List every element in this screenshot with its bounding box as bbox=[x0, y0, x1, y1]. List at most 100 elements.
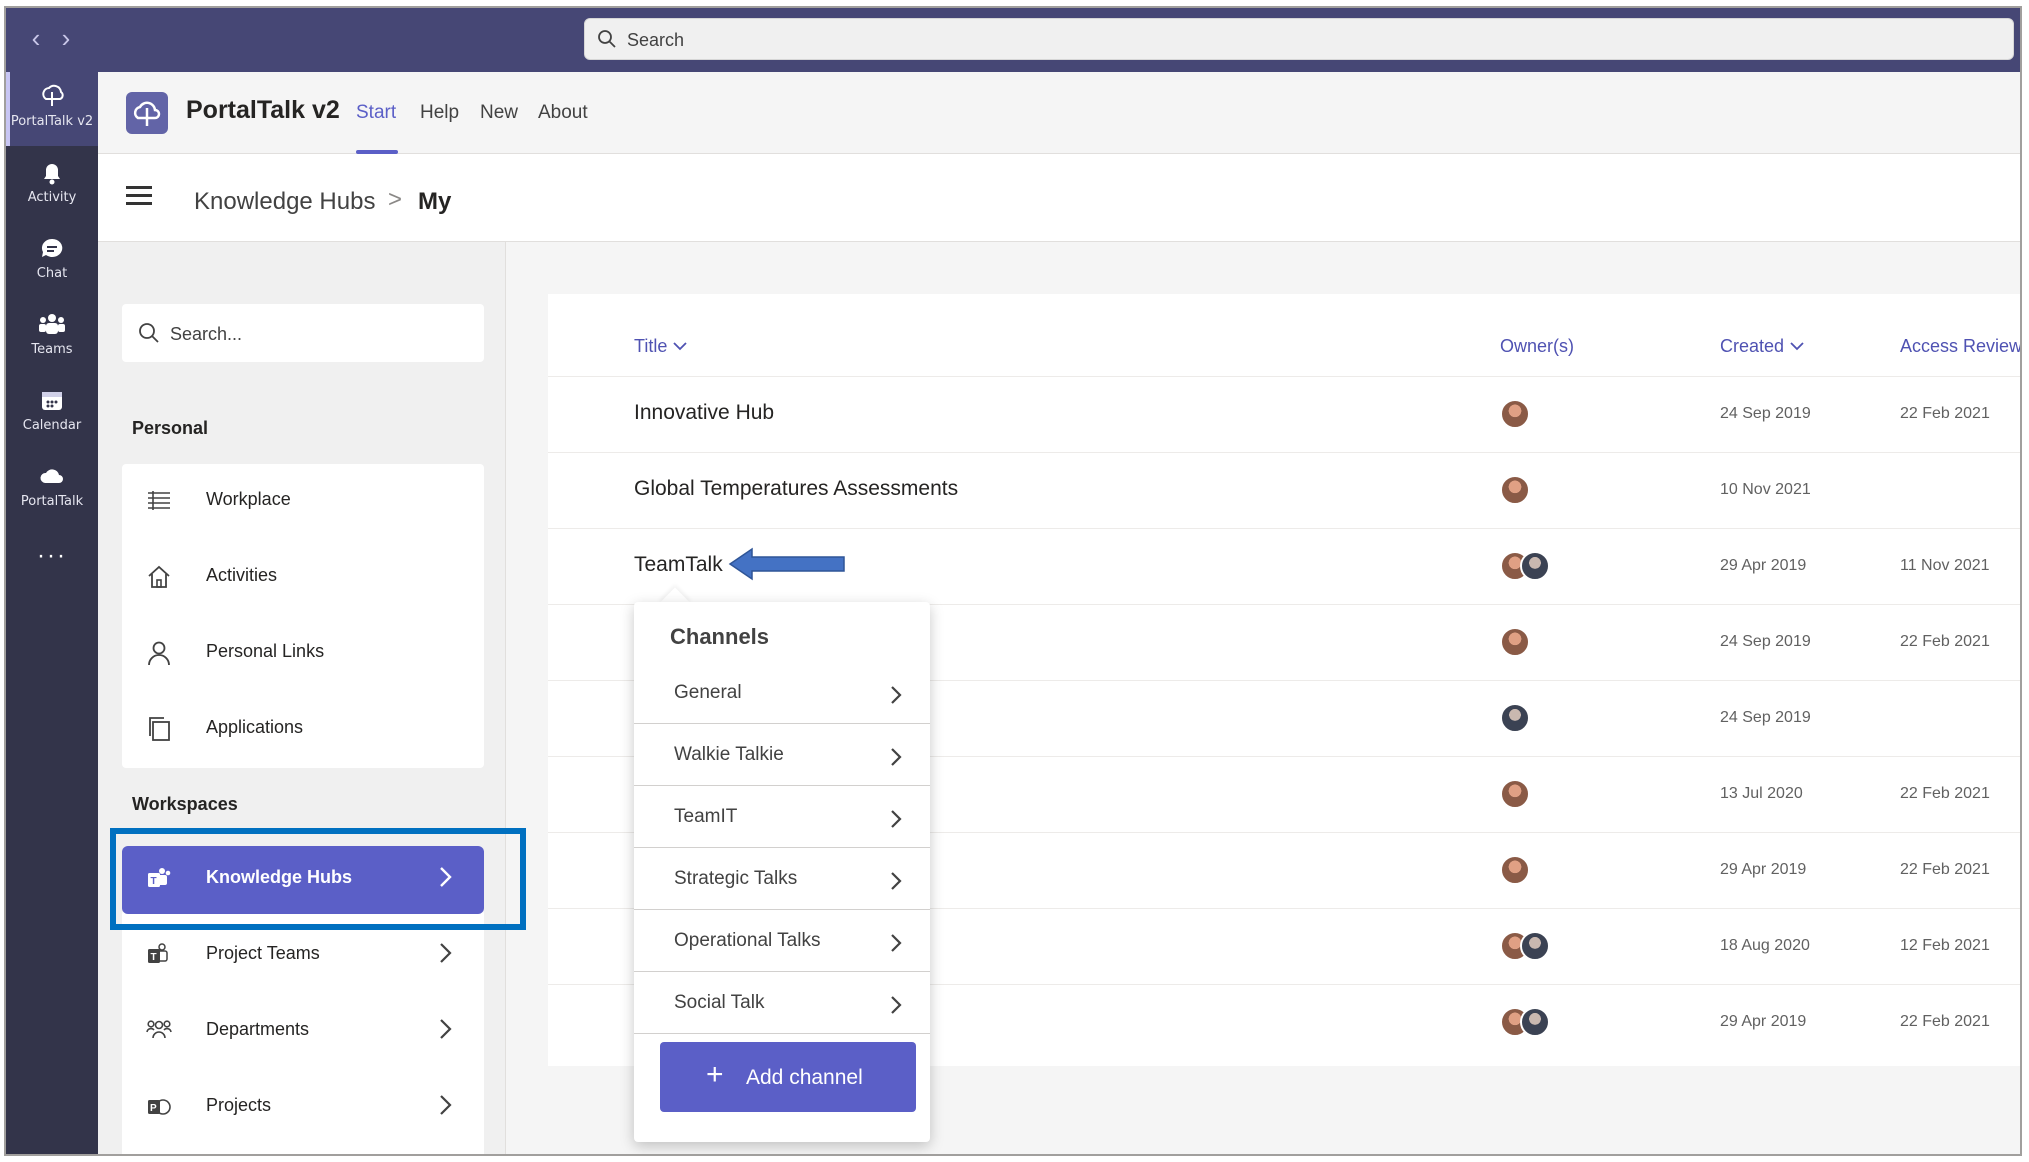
rail-label: Activity bbox=[27, 190, 77, 205]
table-row[interactable]: Innovative Hub 24 Sep 2019 22 Feb 2021 bbox=[548, 376, 2020, 452]
column-header-title[interactable]: Title bbox=[634, 336, 688, 357]
bell-icon bbox=[44, 164, 60, 185]
row-created: 29 Apr 2019 bbox=[1720, 861, 1807, 878]
left-nav-panel: Search... Personal Workplace Activities … bbox=[98, 242, 506, 1154]
row-created: 13 Jul 2020 bbox=[1720, 785, 1803, 802]
nav-item-projects[interactable]: P Projects bbox=[122, 1074, 484, 1138]
channel-item-general[interactable]: General bbox=[634, 662, 930, 724]
column-header-label: Title bbox=[634, 336, 668, 356]
rail-item-chat[interactable]: Chat bbox=[6, 224, 98, 298]
breadcrumb-root[interactable]: Knowledge Hubs bbox=[194, 188, 375, 216]
list-icon bbox=[148, 491, 170, 510]
channel-label: TeamIT bbox=[674, 806, 738, 827]
channel-item-social-talk[interactable]: Social Talk bbox=[634, 972, 930, 1034]
avatar bbox=[1500, 627, 1530, 657]
hamburger-menu-icon[interactable] bbox=[126, 186, 152, 208]
tab-help[interactable]: Help bbox=[420, 102, 459, 124]
teams-icon bbox=[39, 314, 65, 334]
svg-text:P: P bbox=[150, 1103, 157, 1114]
channel-item-walkie-talkie[interactable]: Walkie Talkie bbox=[634, 724, 930, 786]
column-header-label: Owner(s) bbox=[1500, 336, 1575, 356]
app-logo-icon bbox=[126, 92, 168, 134]
column-header-label: Created bbox=[1720, 336, 1785, 356]
column-header-owners[interactable]: Owner(s) bbox=[1500, 336, 1574, 357]
row-access-review: 22 Feb 2021 bbox=[1900, 785, 1990, 802]
nav-item-label: Personal Links bbox=[206, 641, 325, 661]
more-apps-icon[interactable]: ··· bbox=[6, 544, 98, 586]
rail-label: Teams bbox=[31, 342, 73, 357]
app-name: PortalTalk v2 bbox=[186, 96, 340, 124]
column-header-created[interactable]: Created bbox=[1720, 336, 1805, 357]
forward-arrow-icon[interactable]: › bbox=[54, 25, 78, 51]
rail-label: Calendar bbox=[22, 418, 82, 433]
search-icon bbox=[598, 30, 616, 48]
channel-item-operational-talks[interactable]: Operational Talks bbox=[634, 910, 930, 972]
avatar bbox=[1520, 931, 1550, 961]
add-channel-label: Add channel bbox=[746, 1066, 863, 1089]
row-title[interactable]: Global Temperatures Assessments bbox=[634, 477, 958, 501]
row-access-review: 22 Feb 2021 bbox=[1900, 861, 1990, 878]
channel-label: Operational Talks bbox=[674, 930, 821, 951]
calendar-icon bbox=[42, 392, 62, 410]
tab-about[interactable]: About bbox=[538, 102, 588, 124]
column-header-access-review[interactable]: Access Review bbox=[1900, 336, 2020, 357]
row-title[interactable]: TeamTalk bbox=[634, 553, 723, 577]
nav-item-workplace[interactable]: Workplace bbox=[122, 468, 484, 532]
channel-item-strategic-talks[interactable]: Strategic Talks bbox=[634, 848, 930, 910]
breadcrumb-chevron-icon: > bbox=[388, 186, 403, 213]
row-access-review: 22 Feb 2021 bbox=[1900, 405, 1990, 422]
rail-item-teams[interactable]: Teams bbox=[6, 300, 98, 374]
chevron-right-icon bbox=[891, 996, 902, 1014]
chevron-right-icon bbox=[891, 872, 902, 890]
nav-item-activities[interactable]: Activities bbox=[122, 544, 484, 608]
channel-label: Social Talk bbox=[674, 992, 765, 1013]
row-access-review: 12 Feb 2021 bbox=[1900, 937, 1990, 954]
chevron-down-icon bbox=[1790, 342, 1804, 351]
row-created: 24 Sep 2019 bbox=[1720, 709, 1811, 726]
nav-item-applications[interactable]: Applications bbox=[122, 696, 484, 760]
chat-icon bbox=[41, 238, 63, 257]
tab-start[interactable]: Start bbox=[356, 102, 396, 124]
portaltalk-icon bbox=[42, 84, 64, 106]
channel-item-teamit[interactable]: TeamIT bbox=[634, 786, 930, 848]
row-access-review: 22 Feb 2021 bbox=[1900, 1013, 1990, 1030]
channels-popup: Channels General Walkie Talkie TeamIT St… bbox=[634, 602, 930, 1142]
nav-item-project-teams[interactable]: T Project Teams bbox=[122, 922, 484, 986]
back-arrow-icon[interactable]: ‹ bbox=[24, 25, 48, 51]
svg-text:T: T bbox=[151, 952, 157, 963]
global-search-placeholder: Search bbox=[627, 30, 685, 50]
copy-icon bbox=[149, 717, 170, 741]
row-created: 18 Aug 2020 bbox=[1720, 937, 1810, 954]
nav-item-departments[interactable]: Departments bbox=[122, 998, 484, 1062]
rail-item-activity[interactable]: Activity bbox=[6, 148, 98, 222]
rail-item-portaltalk[interactable]: PortalTalk bbox=[6, 452, 98, 526]
panel-search-placeholder: Search... bbox=[170, 324, 243, 344]
avatar bbox=[1520, 1007, 1550, 1037]
avatar bbox=[1520, 551, 1550, 581]
rail-item-calendar[interactable]: Calendar bbox=[6, 376, 98, 450]
add-channel-button[interactable]: + Add channel bbox=[660, 1042, 916, 1112]
app-header: PortalTalk v2 Start Help New About bbox=[98, 72, 2020, 154]
chevron-right-icon bbox=[891, 810, 902, 828]
title-bar: ‹ › Search bbox=[6, 8, 2020, 72]
chevron-right-icon bbox=[891, 686, 902, 704]
avatar bbox=[1500, 703, 1530, 733]
tab-new[interactable]: New bbox=[480, 102, 518, 124]
table-row[interactable]: Global Temperatures Assessments 10 Nov 2… bbox=[548, 452, 2020, 528]
arrow-annotation-icon bbox=[728, 547, 845, 581]
rail-item-portaltalk-v2[interactable]: PortalTalk v2 bbox=[6, 72, 98, 146]
row-title[interactable]: Innovative Hub bbox=[634, 401, 774, 425]
nav-item-label: Departments bbox=[206, 1019, 310, 1039]
nav-item-label: Activities bbox=[206, 565, 278, 585]
nav-item-label: Applications bbox=[206, 717, 304, 737]
avatar bbox=[1500, 399, 1530, 429]
panel-search-input[interactable]: Search... bbox=[122, 304, 484, 362]
popup-title: Channels bbox=[670, 624, 770, 649]
nav-item-label: Workplace bbox=[206, 489, 291, 509]
nav-item-personal-links[interactable]: Personal Links bbox=[122, 620, 484, 684]
workspaces-heading: Workspaces bbox=[132, 794, 238, 814]
personal-heading: Personal bbox=[132, 418, 209, 438]
rail-label: Chat bbox=[36, 266, 68, 281]
global-search-input[interactable]: Search bbox=[584, 18, 2014, 60]
rail-label: PortalTalk bbox=[20, 494, 84, 509]
